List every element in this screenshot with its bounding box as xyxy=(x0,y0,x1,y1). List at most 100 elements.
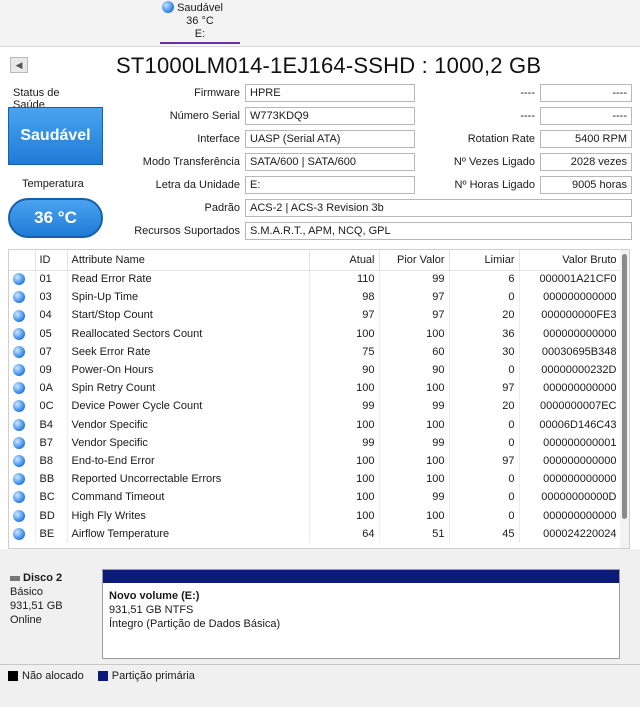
cell-current: 90 xyxy=(309,360,380,380)
cell-current: 97 xyxy=(309,306,380,325)
cell-name: Vendor Specific xyxy=(67,415,310,434)
volume-partition[interactable]: Novo volume (E:) 931,51 GB NTFS Íntegro … xyxy=(102,569,620,659)
cell-raw: 000000000001 xyxy=(519,433,622,452)
cell-status xyxy=(9,470,36,489)
cell-raw: 0000000007EC xyxy=(519,397,622,416)
table-row[interactable]: 04 Start/Stop Count 97 97 20 000000000FE3 xyxy=(9,306,622,325)
table-header-row: ID Attribute Name Atual Pior Valor Limia… xyxy=(9,250,622,271)
table-row[interactable]: 07 Seek Error Rate 75 60 30 00030695B348 xyxy=(9,342,622,361)
cell-raw: 000000000FE3 xyxy=(519,306,622,325)
cell-threshold: 20 xyxy=(449,306,520,325)
cell-raw: 00030695B348 xyxy=(519,342,622,361)
table-row[interactable]: 05 Reallocated Sectors Count 100 100 36 00000… xyxy=(9,324,622,343)
cell-id: 09 xyxy=(35,360,68,380)
smart-attributes-table[interactable]: ID Attribute Name Atual Pior Valor Limia… xyxy=(8,249,630,549)
cell-raw: 000001A21CF0 xyxy=(519,270,622,289)
table-row[interactable]: B7 Vendor Specific 99 99 0 000000000001 xyxy=(9,433,622,452)
cell-raw: 00000000232D xyxy=(519,360,622,380)
temperature-button[interactable]: 36 °C xyxy=(8,198,103,238)
interface-field: UASP (Serial ATA) xyxy=(245,130,415,148)
cell-status xyxy=(9,433,36,452)
cell-worst: 97 xyxy=(379,306,450,325)
cell-current: 64 xyxy=(309,524,380,543)
cell-worst: 100 xyxy=(379,324,450,343)
cell-name: Airflow Temperature xyxy=(67,524,310,543)
table-scrollbar[interactable] xyxy=(620,250,629,548)
cell-worst: 97 xyxy=(379,288,450,307)
disk-tab-bar: Saudável 36 °C E: xyxy=(0,0,640,46)
features-field: S.M.A.R.T., APM, NCQ, GPL xyxy=(245,222,632,240)
cell-name: Start/Stop Count xyxy=(67,306,310,325)
cell-raw: 000000000000 xyxy=(519,470,622,489)
status-ok-icon xyxy=(13,436,25,449)
rotation-rate-field: 5400 RPM xyxy=(540,130,632,148)
scrollbar-thumb[interactable] xyxy=(622,254,627,519)
cell-threshold: 0 xyxy=(449,415,520,434)
cell-status xyxy=(9,524,36,543)
table-row[interactable]: 0A Spin Retry Count 100 100 97 000000000000 xyxy=(9,379,622,398)
status-ok-icon xyxy=(13,473,25,486)
legend-unallocated-label: Não alocado xyxy=(22,669,84,682)
cell-status xyxy=(9,397,36,416)
health-status-button[interactable]: Saudável xyxy=(8,107,103,165)
drive-letter-label: Letra da Unidade xyxy=(155,179,240,191)
cell-id: 0A xyxy=(35,379,68,398)
transfer-mode-field: SATA/600 | SATA/600 xyxy=(245,153,415,171)
blank-field-2: ---- xyxy=(540,107,632,125)
table-row[interactable]: BD High Fly Writes 100 100 0 000000000000 xyxy=(9,506,622,525)
col-status[interactable] xyxy=(9,250,36,271)
cell-status xyxy=(9,360,36,380)
cell-worst: 100 xyxy=(379,470,450,489)
arrow-left-icon: ◀ xyxy=(15,59,23,70)
cell-status xyxy=(9,270,36,289)
status-ok-icon xyxy=(13,400,25,413)
cell-current: 99 xyxy=(309,397,380,416)
table-row[interactable]: 09 Power-On Hours 90 90 0 00000000232D xyxy=(9,360,622,380)
blank-label-1: ---- xyxy=(520,87,535,99)
table-row[interactable]: 0C Device Power Cycle Count 99 99 20 00000000… xyxy=(9,397,622,416)
volume-status: Íntegro (Partição de Dados Básica) xyxy=(109,618,281,630)
cell-status xyxy=(9,451,36,471)
disk-label[interactable]: Disco 2 Básico 931,51 GB Online xyxy=(4,565,100,660)
cell-id: 07 xyxy=(35,342,68,361)
cell-id: 0C xyxy=(35,397,68,416)
table-row[interactable]: B8 End-to-End Error 100 100 97 000000000000 xyxy=(9,451,622,471)
cell-worst: 100 xyxy=(379,451,450,471)
cell-threshold: 30 xyxy=(449,342,520,361)
cell-name: High Fly Writes xyxy=(67,506,310,525)
cell-current: 100 xyxy=(309,379,380,398)
cell-worst: 99 xyxy=(379,270,450,289)
cell-current: 110 xyxy=(309,270,380,289)
cell-threshold: 0 xyxy=(449,488,520,507)
status-ok-icon xyxy=(13,327,25,340)
cell-name: End-to-End Error xyxy=(67,451,310,471)
table-row[interactable]: BC Command Timeout 100 99 0 00000000000D xyxy=(9,488,622,507)
cell-id: 05 xyxy=(35,324,68,343)
col-id[interactable]: ID xyxy=(35,250,68,271)
col-raw-value[interactable]: Valor Bruto xyxy=(519,250,622,271)
col-attribute-name[interactable]: Attribute Name xyxy=(67,250,310,271)
previous-disk-button[interactable]: ◀ xyxy=(10,57,28,73)
disk-tab-e[interactable]: Saudável 36 °C E: xyxy=(160,0,240,44)
cell-threshold: 0 xyxy=(449,433,520,452)
table-row[interactable]: BB Reported Uncorrectable Errors 100 100 0 00… xyxy=(9,470,622,489)
cell-name: Vendor Specific xyxy=(67,433,310,452)
cell-status xyxy=(9,324,36,343)
cell-threshold: 97 xyxy=(449,379,520,398)
col-threshold[interactable]: Limiar xyxy=(449,250,520,271)
cell-raw: 000024220024 xyxy=(519,524,622,543)
cell-name: Seek Error Rate xyxy=(67,342,310,361)
blank-field-1: ---- xyxy=(540,84,632,102)
col-current[interactable]: Atual xyxy=(309,250,380,271)
cell-name: Device Power Cycle Count xyxy=(67,397,310,416)
cell-id: B8 xyxy=(35,451,68,471)
cell-status xyxy=(9,288,36,307)
table-row[interactable]: 03 Spin-Up Time 98 97 0 000000000000 xyxy=(9,288,622,307)
table-row[interactable]: 01 Read Error Rate 110 99 6 000001A21CF0 xyxy=(9,270,622,289)
col-worst[interactable]: Pior Valor xyxy=(379,250,450,271)
cell-raw: 000000000000 xyxy=(519,506,622,525)
table-row[interactable]: BE Airflow Temperature 64 51 45 000024220024 xyxy=(9,524,622,543)
drive-letter-field: E: xyxy=(245,176,415,194)
status-ok-icon xyxy=(13,509,25,522)
table-row[interactable]: B4 Vendor Specific 100 100 0 00006D146C43 xyxy=(9,415,622,434)
